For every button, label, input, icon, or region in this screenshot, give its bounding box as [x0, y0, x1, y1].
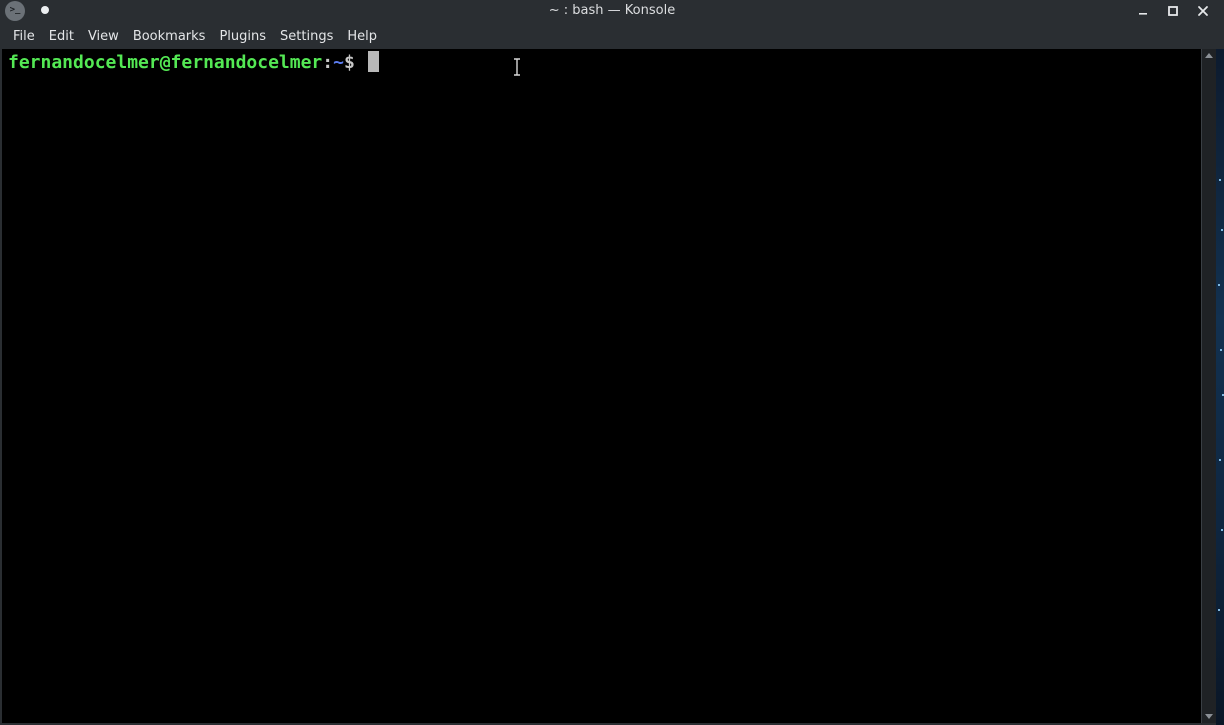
terminal-scrollbar[interactable] — [1201, 49, 1216, 723]
maximize-icon — [1168, 6, 1178, 16]
desktop-star — [1221, 529, 1223, 531]
menu-edit[interactable]: Edit — [42, 26, 81, 47]
minimize-button[interactable] — [1133, 2, 1153, 20]
prompt-colon: : — [322, 52, 334, 73]
desktop-star — [1220, 349, 1222, 351]
desktop-star — [1219, 179, 1221, 181]
close-button[interactable] — [1193, 2, 1213, 20]
pin-icon[interactable] — [41, 6, 49, 14]
prompt-line: fernandocelmer@fernandocelmer:~$ — [8, 51, 379, 75]
desktop-star — [1218, 609, 1220, 611]
mouse-ibeam-cursor-icon — [514, 58, 520, 76]
close-icon — [1198, 6, 1208, 16]
menu-help[interactable]: Help — [340, 26, 384, 47]
minimize-icon — [1139, 13, 1147, 15]
menu-plugins[interactable]: Plugins — [212, 26, 273, 47]
konsole-icon[interactable]: >_ — [5, 1, 25, 21]
menu-bookmarks[interactable]: Bookmarks — [126, 26, 213, 47]
window-title: ~ : bash — Konsole — [548, 3, 676, 18]
text-cursor — [367, 51, 379, 72]
menu-file[interactable]: File — [6, 26, 42, 47]
scroll-down-icon[interactable] — [1205, 714, 1213, 719]
menu-settings[interactable]: Settings — [273, 26, 340, 47]
desktop-background — [1216, 49, 1224, 725]
maximize-button[interactable] — [1163, 2, 1183, 20]
prompt-symbol: $ — [343, 52, 366, 73]
scroll-up-icon[interactable] — [1205, 53, 1213, 58]
desktop-star — [1221, 229, 1223, 231]
terminal-view[interactable]: fernandocelmer@fernandocelmer:~$ — [2, 49, 1201, 723]
konsole-window: >_ ~ : bash — Konsole File Edit View Boo… — [0, 0, 1224, 725]
menu-bar: File Edit View Bookmarks Plugins Setting… — [0, 24, 1224, 49]
desktop-star — [1219, 459, 1221, 461]
menu-view[interactable]: View — [81, 26, 126, 47]
prompt-user-host: fernandocelmer@fernandocelmer — [8, 52, 323, 73]
prompt-path: ~ — [333, 52, 344, 73]
title-bar[interactable]: >_ ~ : bash — Konsole — [0, 0, 1224, 24]
scroll-track[interactable] — [1205, 63, 1213, 709]
desktop-star — [1218, 284, 1220, 286]
